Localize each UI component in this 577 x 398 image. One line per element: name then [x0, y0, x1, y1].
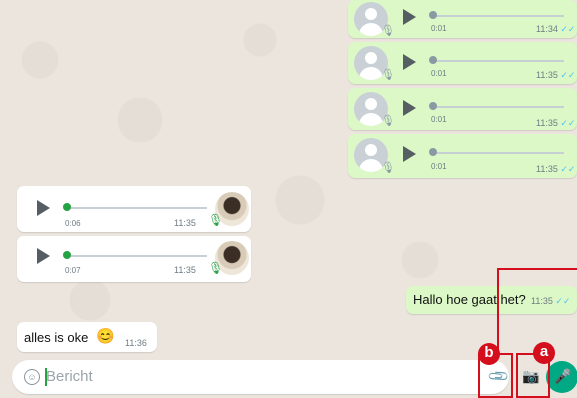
- voice-message-outgoing[interactable]: 🎙 0:01 11:34 ✓✓: [348, 0, 577, 38]
- message-time: 11:35 ✓✓: [536, 164, 576, 174]
- message-time: 11:36: [125, 338, 147, 348]
- voice-message-incoming[interactable]: 0:07 11:35 🎙: [17, 236, 251, 282]
- voice-duration: 0:07: [65, 266, 81, 275]
- play-icon[interactable]: [37, 200, 50, 216]
- read-ticks-icon: ✓✓: [560, 70, 576, 80]
- audio-progress-dot[interactable]: [63, 251, 71, 259]
- message-time: 11:35: [174, 265, 196, 275]
- smiley-emoji: 😊: [96, 328, 115, 345]
- play-icon[interactable]: [403, 9, 416, 25]
- voice-duration: 0:01: [431, 24, 447, 33]
- text-message-incoming[interactable]: alles is oke 😊 11:36: [17, 322, 157, 352]
- message-composer[interactable]: ☺ Bericht 📎 📷: [12, 360, 539, 394]
- annotation-badge-a: a: [533, 342, 555, 364]
- audio-track[interactable]: [432, 152, 564, 154]
- emoji-icon[interactable]: ☺: [24, 369, 40, 385]
- voice-message-outgoing[interactable]: 🎙 0:01 11:35 ✓✓: [348, 42, 577, 84]
- annotation-badge-b: b: [478, 343, 500, 365]
- audio-progress-dot[interactable]: [429, 148, 437, 156]
- audio-progress-dot[interactable]: [63, 203, 71, 211]
- mic-button[interactable]: 🎤: [546, 361, 577, 393]
- voice-duration: 0:01: [431, 162, 447, 171]
- voice-duration: 0:01: [431, 69, 447, 78]
- voice-duration: 0:06: [65, 219, 81, 228]
- audio-track[interactable]: [432, 60, 564, 62]
- voice-message-outgoing[interactable]: 🎙 0:01 11:35 ✓✓: [348, 134, 577, 178]
- mic-icon: 🎙: [381, 69, 395, 81]
- voice-message-outgoing[interactable]: 🎙 0:01 11:35 ✓✓: [348, 88, 577, 130]
- mic-icon: 🎙: [208, 213, 224, 227]
- audio-track[interactable]: [432, 106, 564, 108]
- mic-icon: 🎙: [381, 25, 395, 37]
- message-time: 11:35 ✓✓: [536, 70, 576, 80]
- audio-track[interactable]: [67, 255, 207, 257]
- read-ticks-icon: ✓✓: [560, 164, 576, 174]
- audio-progress-dot[interactable]: [429, 11, 437, 19]
- audio-progress-dot[interactable]: [429, 102, 437, 110]
- audio-track[interactable]: [432, 15, 564, 17]
- voice-duration: 0:01: [431, 115, 447, 124]
- message-time: 11:35 ✓✓: [536, 118, 576, 128]
- play-icon[interactable]: [403, 146, 416, 162]
- play-icon[interactable]: [403, 54, 416, 70]
- play-icon[interactable]: [37, 248, 50, 264]
- message-time: 11:34 ✓✓: [536, 24, 576, 34]
- mic-icon: 🎙: [208, 261, 224, 275]
- voice-message-incoming[interactable]: 0:06 11:35 🎙: [17, 186, 251, 232]
- mic-icon: 🎤: [554, 368, 572, 384]
- mic-icon: 🎙: [381, 162, 395, 174]
- play-icon[interactable]: [403, 100, 416, 116]
- mic-icon: 🎙: [381, 115, 395, 127]
- message-time: 11:35: [174, 218, 196, 228]
- audio-track[interactable]: [67, 207, 207, 209]
- read-ticks-icon: ✓✓: [560, 24, 576, 34]
- message-input[interactable]: Bericht: [46, 368, 93, 385]
- audio-progress-dot[interactable]: [429, 56, 437, 64]
- read-ticks-icon: ✓✓: [560, 118, 576, 128]
- message-text: alles is oke: [24, 330, 89, 345]
